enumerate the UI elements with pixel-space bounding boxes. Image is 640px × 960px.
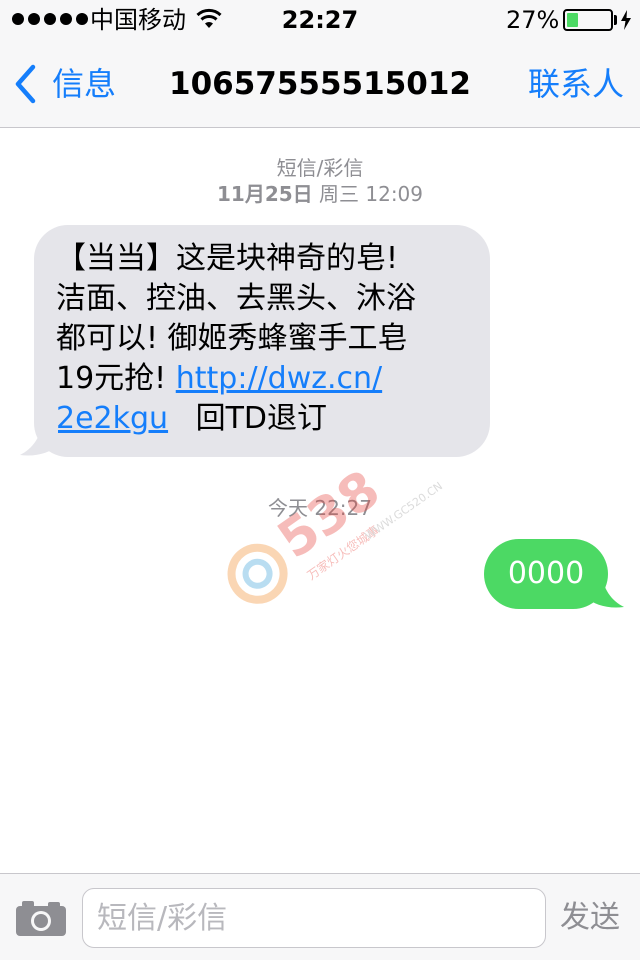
battery-level-fill <box>567 13 579 27</box>
incoming-bubble-tail <box>20 419 58 456</box>
outgoing-bubble-tail <box>586 571 624 608</box>
message-link[interactable]: http://dwz.cn/ <box>176 361 382 396</box>
battery-cap <box>614 15 617 25</box>
battery-icon <box>563 9 613 31</box>
battery-percentage: 27% <box>506 6 560 34</box>
compose-bar: 发送 <box>0 873 640 960</box>
incoming-message-bubble[interactable]: 【当当】这是块神奇的皂! 洁面、控油、去黑头、沐浴 都可以! 御姬秀蜂蜜手工皂 … <box>34 225 490 457</box>
status-bar: 中国移动 22:27 27% <box>0 0 640 40</box>
message-link-continued[interactable]: 2e2kgu <box>56 401 168 436</box>
message-thread[interactable]: 短信/彩信 11月25日 周三 12:09 【当当】这是块神奇的皂! 洁面、控油… <box>0 129 640 873</box>
second-timestamp: 今天 22:27 <box>268 496 372 520</box>
incoming-price-text: 19元抢! <box>56 361 176 396</box>
incoming-line-5: 2e2kgu 回TD退订 <box>56 399 470 439</box>
incoming-line-4: 19元抢! http://dwz.cn/ <box>56 359 470 399</box>
send-button[interactable]: 发送 <box>560 898 620 938</box>
unsubscribe-text: 回TD退订 <box>195 401 328 436</box>
navigation-bar: 信息 10657555515012 联系人 <box>0 40 640 128</box>
contact-button[interactable]: 联系人 <box>528 64 624 104</box>
message-type-label: 短信/彩信 <box>276 156 364 180</box>
charging-bolt-icon <box>621 10 631 30</box>
message-input[interactable] <box>82 888 546 948</box>
first-timestamp: 11月25日 周三 12:09 <box>0 181 640 207</box>
first-timestamp-time: 周三 12:09 <box>319 182 424 206</box>
incoming-line-3: 都可以! 御姬秀蜂蜜手工皂 <box>56 321 408 356</box>
incoming-line-1: 【当当】这是块神奇的皂! <box>56 241 399 276</box>
incoming-line-2: 洁面、控油、去黑头、沐浴 <box>56 281 416 316</box>
first-timestamp-date: 11月25日 <box>216 182 313 206</box>
camera-icon[interactable] <box>14 898 68 938</box>
